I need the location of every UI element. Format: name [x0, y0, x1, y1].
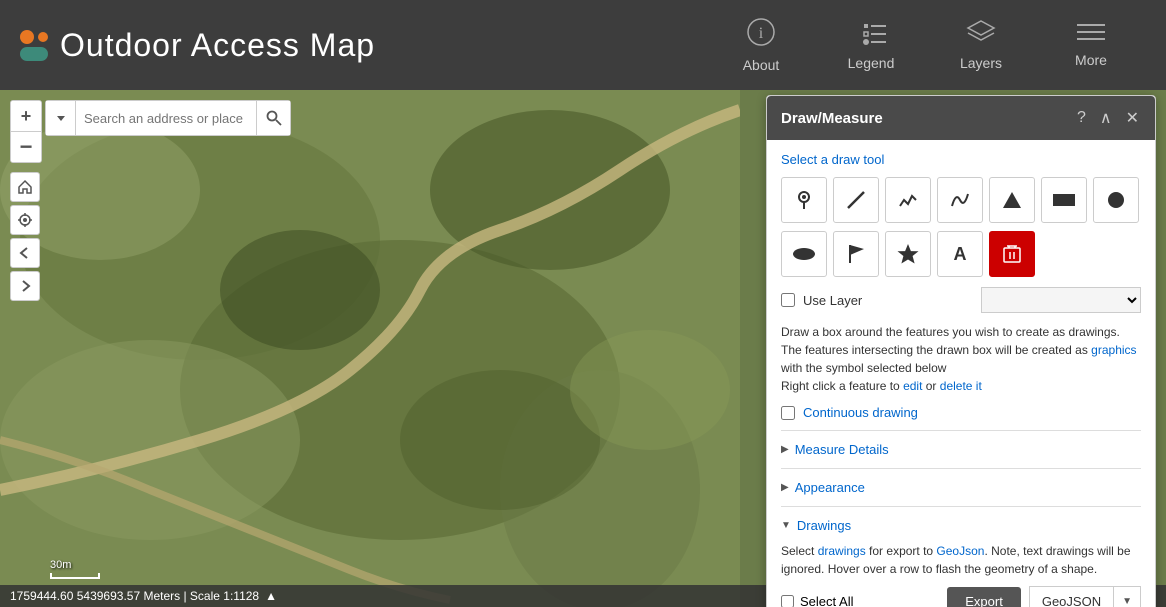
panel-close-btn[interactable]: ✕ — [1124, 106, 1141, 130]
scale-label: 30m — [50, 559, 71, 571]
main-nav: i About Legend — [706, 0, 1146, 90]
layers-icon — [966, 19, 996, 49]
map-container[interactable]: + − 30m 1759444.60 5439693.57 Meters | S… — [0, 90, 1166, 607]
nav-layers-label: Layers — [960, 55, 1002, 71]
continuous-drawing-checkbox[interactable] — [781, 406, 795, 420]
panel-title: Draw/Measure — [781, 110, 883, 127]
map-terrain-svg — [0, 90, 740, 607]
draw-polyline-btn[interactable] — [885, 177, 931, 223]
home-btn[interactable] — [10, 172, 40, 202]
draw-rectangle-btn[interactable] — [1041, 177, 1087, 223]
svg-text:i: i — [759, 25, 764, 42]
measure-details-section: ▶ Measure Details — [781, 430, 1141, 468]
measure-details-label: Measure Details — [795, 442, 889, 457]
appearance-chevron: ▶ — [781, 482, 789, 493]
continuous-drawing-row: Continuous drawing — [781, 405, 1141, 420]
select-all-label: Select All — [800, 594, 853, 607]
measure-details-header[interactable]: ▶ Measure Details — [781, 439, 1141, 460]
scale-bar: 30m — [50, 555, 100, 579]
drawings-section: ▼ Drawings Select drawings for export to… — [781, 506, 1141, 607]
nav-layers[interactable]: Layers — [926, 0, 1036, 90]
panel-help-btn[interactable]: ? — [1075, 107, 1088, 129]
draw-circle-btn[interactable] — [1093, 177, 1139, 223]
draw-measure-panel: Draw/Measure ? ∧ ✕ Select a draw tool — [766, 95, 1156, 607]
app-title: Outdoor Access Map — [60, 27, 375, 64]
export-row: Select All Export GeoJSON ▼ — [781, 586, 1141, 607]
continuous-drawing-label: Continuous drawing — [803, 405, 918, 420]
nav-legend[interactable]: Legend — [816, 0, 926, 90]
appearance-header[interactable]: ▶ Appearance — [781, 477, 1141, 498]
nav-about-label: About — [743, 57, 780, 73]
drawings-description: Select drawings for export to GeoJson. N… — [781, 542, 1141, 578]
measure-details-chevron: ▶ — [781, 444, 789, 455]
geojson-chevron-btn[interactable]: ▼ — [1114, 586, 1141, 607]
panel-header-icons: ? ∧ ✕ — [1075, 106, 1141, 130]
draw-triangle-btn[interactable] — [989, 177, 1035, 223]
drawings-label: Drawings — [797, 518, 851, 533]
draw-pin-btn[interactable] — [781, 177, 827, 223]
description-text: Draw a box around the features you wish … — [781, 323, 1141, 395]
drawings-chevron: ▼ — [781, 520, 791, 531]
panel-body: Select a draw tool — [767, 140, 1155, 607]
desc-text-blue: graphics — [1091, 343, 1136, 357]
logo-dot-3 — [20, 47, 48, 61]
logo-dots — [20, 30, 48, 61]
app-header: Outdoor Access Map i About — [0, 0, 1166, 90]
nav-more-label: More — [1075, 52, 1107, 68]
draw-delete-btn[interactable] — [989, 231, 1035, 277]
draw-flag-btn[interactable] — [833, 231, 879, 277]
draw-tools-grid — [781, 177, 1141, 223]
appearance-label: Appearance — [795, 480, 865, 495]
select-all-checkbox[interactable] — [781, 595, 794, 607]
desc-text-1: Draw a box around the features you wish … — [781, 325, 1120, 357]
logo-dot-2 — [38, 32, 48, 42]
about-icon: i — [746, 17, 776, 51]
legend-icon — [854, 19, 888, 49]
draw-ellipse-btn[interactable] — [781, 231, 827, 277]
draw-tools-grid-2: A — [781, 231, 1141, 277]
more-icon — [1077, 22, 1105, 46]
panel-header: Draw/Measure ? ∧ ✕ — [767, 96, 1155, 140]
drawings-header[interactable]: ▼ Drawings — [781, 515, 1141, 536]
coordinates-text: 1759444.60 5439693.57 Meters | Scale 1:1… — [10, 589, 259, 603]
use-layer-checkbox[interactable] — [781, 293, 795, 307]
draw-star-btn[interactable] — [885, 231, 931, 277]
search-bar — [45, 100, 291, 136]
search-submit-btn[interactable] — [256, 101, 290, 135]
nav-legend-label: Legend — [848, 55, 895, 71]
coords-expand-btn[interactable]: ▲ — [265, 589, 277, 603]
forward-btn[interactable] — [10, 271, 40, 301]
zoom-out-btn[interactable]: − — [11, 132, 41, 162]
geojson-dropdown: GeoJSON ▼ — [1029, 586, 1141, 607]
export-btn[interactable]: Export — [947, 587, 1021, 607]
zoom-controls: + − — [10, 100, 42, 171]
draw-line-btn[interactable] — [833, 177, 879, 223]
logo-dot-1 — [20, 30, 34, 44]
appearance-section: ▶ Appearance — [781, 468, 1141, 506]
locate-btn[interactable] — [10, 205, 40, 235]
nav-more[interactable]: More — [1036, 0, 1146, 90]
zoom-in-btn[interactable]: + — [11, 101, 41, 131]
draw-text-btn[interactable]: A — [937, 231, 983, 277]
use-layer-label: Use Layer — [803, 293, 862, 308]
select-all-row: Select All — [781, 594, 853, 607]
search-input[interactable] — [76, 101, 256, 135]
use-layer-row: Use Layer — [781, 287, 1141, 313]
panel-collapse-btn[interactable]: ∧ — [1098, 106, 1114, 130]
logo: Outdoor Access Map — [20, 27, 375, 64]
geojson-btn[interactable]: GeoJSON — [1029, 586, 1114, 607]
draw-curve-btn[interactable] — [937, 177, 983, 223]
left-toolbar — [10, 172, 40, 301]
search-dropdown-btn[interactable] — [46, 101, 76, 135]
select-draw-label: Select a draw tool — [781, 152, 1141, 167]
back-btn[interactable] — [10, 238, 40, 268]
layer-dropdown[interactable] — [981, 287, 1141, 313]
scale-ruler — [50, 573, 100, 579]
nav-about[interactable]: i About — [706, 0, 816, 90]
